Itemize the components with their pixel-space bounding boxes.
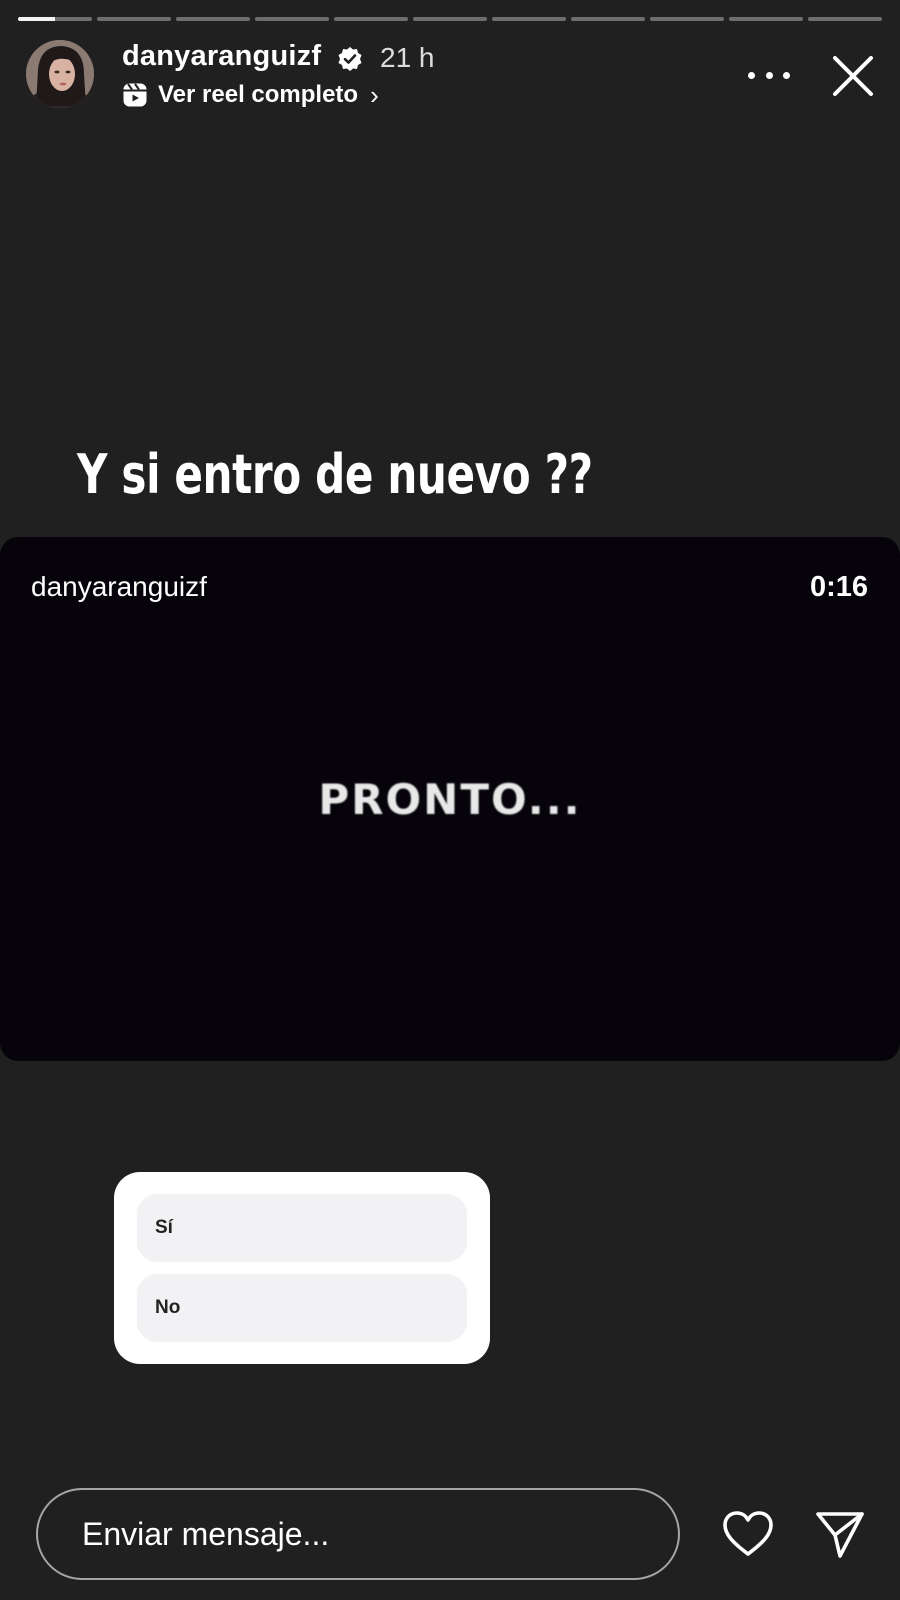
shared-reel-card[interactable]: danyaranguizf 0:16 PRONTO...: [0, 537, 900, 1061]
close-icon[interactable]: [830, 53, 876, 99]
progress-segment: [571, 17, 645, 21]
heart-icon[interactable]: [722, 1510, 774, 1558]
story-progress-bar: [18, 17, 882, 21]
progress-segment: [650, 17, 724, 21]
more-options-button[interactable]: [748, 60, 790, 90]
poll-option-label: No: [155, 1297, 181, 1318]
more-icon-dot: [783, 71, 790, 79]
message-placeholder: Enviar mensaje...: [82, 1515, 330, 1552]
verified-badge-icon: [338, 47, 362, 71]
progress-segment: [413, 17, 487, 21]
story-time: 21 h: [380, 42, 435, 73]
reels-icon: [123, 83, 147, 107]
more-icon-dot: [748, 71, 755, 79]
progress-segment: [492, 17, 566, 21]
more-icon-dot: [765, 71, 773, 79]
progress-segment: [18, 17, 92, 21]
progress-segment: [255, 17, 329, 21]
poll-option-si[interactable]: Sí: [137, 1194, 467, 1262]
story-username[interactable]: danyaranguizf: [122, 40, 321, 73]
poll-option-label: Sí: [155, 1217, 173, 1238]
avatar[interactable]: [26, 40, 94, 108]
poll-option-no[interactable]: No: [137, 1274, 467, 1342]
progress-segment: [97, 17, 171, 21]
reel-username: danyaranguizf: [31, 571, 207, 602]
progress-segment: [729, 17, 803, 21]
view-full-reel-label: Ver reel completo: [158, 81, 359, 108]
progress-segment: [176, 17, 250, 21]
view-full-reel-link[interactable]: Ver reel completo ›: [122, 78, 379, 112]
reel-duration: 0:16: [809, 571, 868, 603]
story-caption: Y si entro de nuevo ??: [77, 443, 593, 506]
send-message-input[interactable]: Enviar mensaje...: [36, 1488, 680, 1580]
poll-sticker: Sí No: [114, 1172, 490, 1364]
progress-segment: [334, 17, 408, 21]
chevron-right-icon: ›: [370, 79, 379, 110]
reel-overlay-text: PRONTO...: [318, 775, 582, 824]
progress-segment: [808, 17, 882, 21]
avatar-photo: [26, 40, 94, 108]
send-icon[interactable]: [814, 1508, 866, 1560]
